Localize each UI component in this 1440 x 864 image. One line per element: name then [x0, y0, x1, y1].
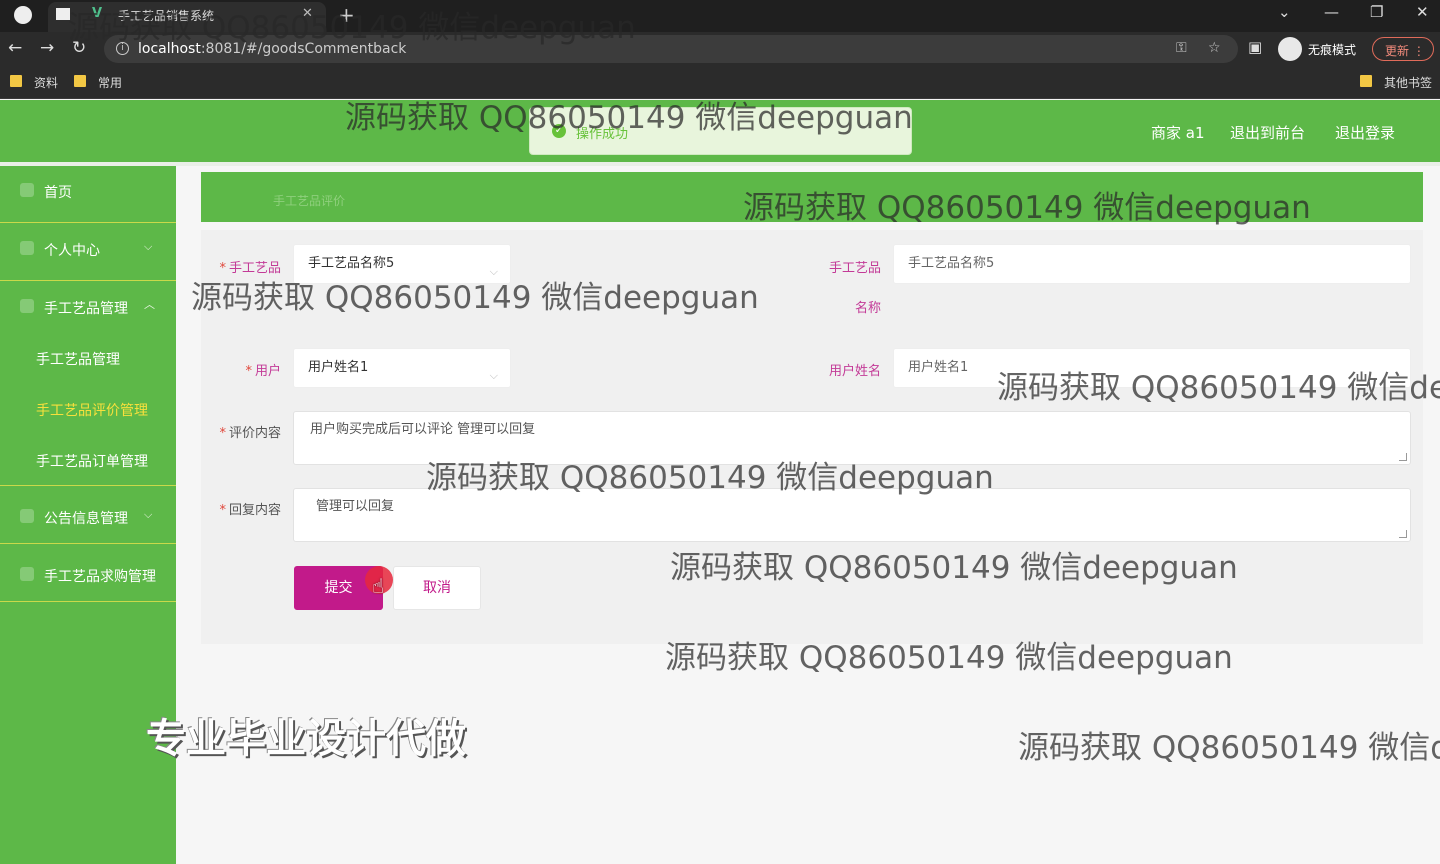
incognito-icon	[1278, 37, 1302, 61]
minimize-icon[interactable]: —	[1324, 3, 1339, 21]
bookmark-folder[interactable]: 常用	[74, 74, 122, 91]
comment-value: 用户购买完成后可以评论 管理可以回复	[310, 422, 536, 437]
forward-icon[interactable]: →	[40, 38, 54, 58]
user-select[interactable]: 用户姓名1 ⌵	[293, 348, 511, 388]
new-tab-button[interactable]: +	[338, 3, 355, 27]
resize-handle-icon[interactable]	[1399, 530, 1407, 538]
bookmarks-bar: 资料 常用 其他书签	[0, 66, 1440, 99]
vue-favicon-icon: V	[92, 6, 103, 21]
tab-close-icon[interactable]: ✕	[302, 6, 313, 21]
browser-menu-icon[interactable]	[14, 6, 32, 24]
chevron-down-icon: ⌵	[144, 240, 153, 253]
tab-title: 手工艺品销售系统	[118, 9, 215, 23]
promo-watermark: 专业毕业设计代做	[146, 716, 466, 762]
user-select-label: * 用户	[245, 364, 281, 379]
sidebar-item-label: 手工艺品求购管理	[44, 569, 156, 585]
craft-select-label: * 手工艺品	[219, 261, 281, 276]
sidebar-item-label: 手工艺品管理	[44, 301, 128, 317]
restore-icon[interactable]: ❐	[1370, 3, 1383, 21]
chevron-down-icon: ⌵	[489, 369, 498, 382]
user-icon	[20, 241, 34, 255]
other-bookmarks[interactable]: 其他书签	[1360, 74, 1432, 91]
reply-value: 管理可以回复	[316, 499, 395, 514]
chevron-down-icon: ⌵	[489, 265, 498, 278]
tab-list-chevron-icon[interactable]: ⌄	[1278, 3, 1291, 21]
logout-link[interactable]: 退出登录	[1335, 122, 1395, 143]
reply-textarea[interactable]: 管理可以回复	[293, 488, 1411, 542]
user-label: 商家 a1	[1151, 124, 1205, 142]
cancel-button[interactable]: 取消	[393, 566, 481, 610]
sidebar-subitem-craft[interactable]: 手工艺品管理	[0, 333, 176, 384]
resize-handle-icon[interactable]	[1399, 453, 1407, 461]
home-icon	[20, 183, 34, 197]
browser-tab-bar: V 手工艺品销售系统 ✕ + ⌄ — ❐ ✕	[0, 0, 1440, 32]
close-window-icon[interactable]: ✕	[1416, 3, 1429, 21]
sidebar-item-personal-center[interactable]: 个人中心 ⌵	[0, 224, 176, 281]
sidebar-item-label: 个人中心	[44, 243, 100, 259]
check-circle-icon: ✓	[552, 124, 566, 138]
hand-cursor-icon: ☝	[372, 574, 385, 598]
craft-select-value: 手工艺品名称5	[308, 256, 395, 271]
craft-name-field[interactable]: 手工艺品名称5	[893, 244, 1411, 284]
breadcrumb-title: 手工艺品评价	[273, 194, 346, 208]
star-icon[interactable]: ☆	[1208, 40, 1221, 56]
success-toast: ✓ 操作成功	[529, 107, 912, 155]
user-select-value: 用户姓名1	[308, 360, 369, 375]
back-to-front-link[interactable]: 退出到前台	[1230, 122, 1305, 143]
cart-icon	[20, 567, 34, 581]
sidebar-toggle-icon[interactable]: ▣	[1248, 38, 1262, 56]
craft-name-label: 手工艺品	[828, 261, 881, 276]
back-icon[interactable]: ←	[8, 38, 22, 58]
craft-select[interactable]: 手工艺品名称5 ⌵	[293, 244, 511, 284]
incognito-badge[interactable]: 无痕模式	[1278, 37, 1372, 61]
sidebar-item-purchase[interactable]: 手工艺品求购管理	[0, 545, 176, 602]
sidebar-item-craft-management[interactable]: 手工艺品管理 ︿	[0, 282, 176, 339]
breadcrumb: 手工艺品评价	[201, 172, 1423, 222]
site-info-icon[interactable]: i	[116, 42, 129, 55]
chevron-down-icon: ⌵	[144, 508, 153, 521]
bookmark-folder[interactable]: 资料	[10, 74, 58, 91]
notice-icon	[20, 509, 34, 523]
url-input[interactable]: i localhost:8081/#/goodsCommentback ⚿ ☆	[104, 35, 1238, 63]
chevron-up-icon: ︿	[144, 298, 155, 311]
sidebar-subitem-label: 手工艺品管理	[36, 352, 120, 368]
user-name-value: 用户姓名1	[908, 360, 969, 375]
tab-search-icon[interactable]	[56, 8, 70, 20]
user-name-label: 用户姓名	[828, 364, 881, 379]
update-button[interactable]: 更新 ⋮	[1372, 37, 1434, 61]
sidebar-subitem-label: 手工艺品订单管理	[36, 454, 148, 470]
craft-name-label-line2: 名称	[854, 301, 881, 316]
sidebar-subitem-label: 手工艺品评价管理	[36, 403, 148, 419]
comment-label: * 评价内容	[219, 426, 281, 441]
reload-icon[interactable]: ↻	[72, 38, 86, 58]
sidebar-subitem-craft-comment[interactable]: 手工艺品评价管理	[0, 384, 176, 435]
url-text: localhost:8081/#/goodsCommentback	[138, 41, 407, 57]
reply-label: * 回复内容	[219, 503, 281, 518]
comment-textarea[interactable]: 用户购买完成后可以评论 管理可以回复	[293, 411, 1411, 465]
user-name-field[interactable]: 用户姓名1	[893, 348, 1411, 388]
sidebar-subitem-craft-order[interactable]: 手工艺品订单管理	[0, 435, 176, 486]
sidebar-item-label: 公告信息管理	[44, 511, 128, 527]
sidebar-item-home[interactable]: 首页	[0, 166, 176, 223]
grid-icon	[20, 299, 34, 313]
sidebar-item-notice[interactable]: 公告信息管理 ⌵	[0, 487, 176, 544]
sidebar-item-label: 首页	[44, 185, 72, 201]
craft-name-value: 手工艺品名称5	[908, 256, 995, 271]
key-icon[interactable]: ⚿	[1176, 40, 1187, 56]
address-bar-row: ← → ↻ i localhost:8081/#/goodsCommentbac…	[0, 32, 1440, 66]
incognito-label: 无痕模式	[1308, 43, 1357, 57]
toast-message: 操作成功	[576, 127, 629, 142]
